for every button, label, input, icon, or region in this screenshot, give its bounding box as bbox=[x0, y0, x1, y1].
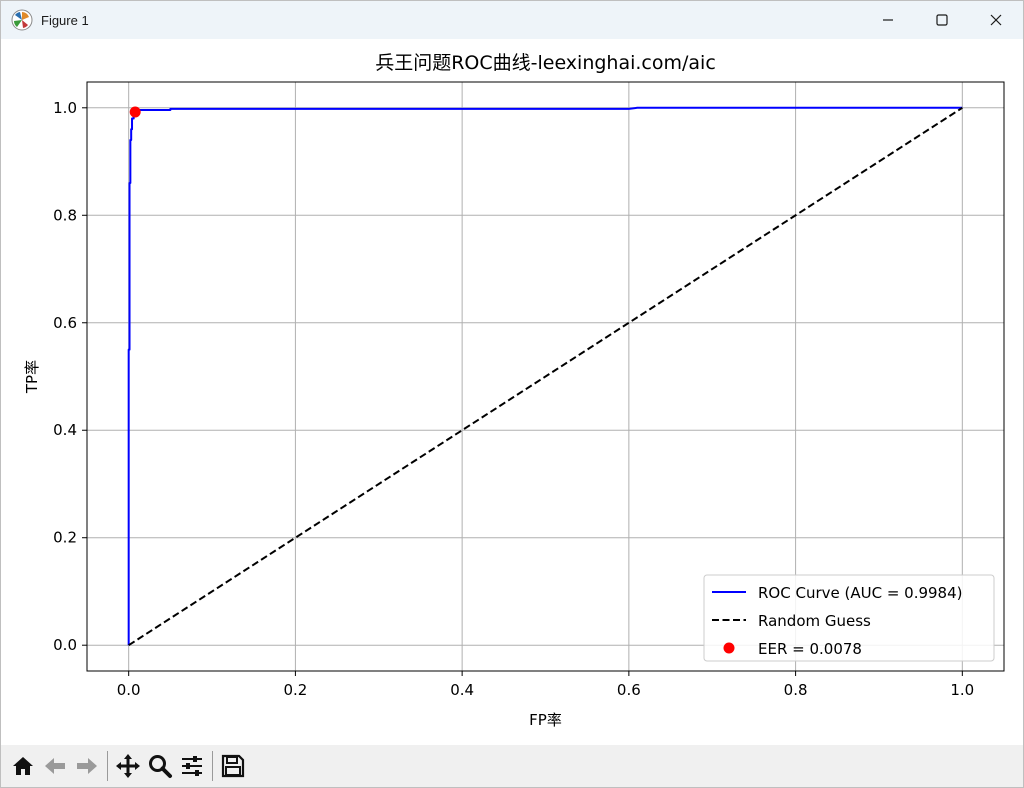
y-axis-label: TP率 bbox=[23, 360, 41, 394]
legend-label: ROC Curve (AUC = 0.9984) bbox=[758, 584, 963, 602]
x-tick-label: 0.0 bbox=[117, 681, 141, 699]
toolbar-separator bbox=[212, 751, 213, 781]
y-tick-label: 0.4 bbox=[53, 421, 77, 439]
x-tick-label: 0.6 bbox=[617, 681, 641, 699]
y-tick-label: 0.6 bbox=[53, 314, 77, 332]
x-tick-label: 0.4 bbox=[450, 681, 474, 699]
figure-canvas[interactable]: 0.0 0.2 0.4 0.6 0.8 1.0 0.0 0.2 0.4 0.6 0.8 1.0 兵王问… bbox=[1, 39, 1023, 745]
zoom-button[interactable] bbox=[144, 750, 176, 782]
legend-label: Random Guess bbox=[758, 612, 871, 630]
plot-series bbox=[127, 106, 963, 647]
configure-subplots-button[interactable] bbox=[176, 750, 208, 782]
y-tick-label: 0.0 bbox=[53, 636, 77, 654]
random-guess-line bbox=[128, 106, 963, 647]
close-button[interactable] bbox=[969, 1, 1023, 39]
arrow-left-icon bbox=[45, 758, 65, 774]
back-button[interactable] bbox=[39, 750, 71, 782]
x-tick-label: 0.2 bbox=[283, 681, 307, 699]
toolbar-separator bbox=[107, 751, 108, 781]
save-button[interactable] bbox=[217, 750, 249, 782]
x-axis-label: FP率 bbox=[529, 711, 562, 729]
magnifier-icon bbox=[149, 755, 172, 778]
y-tick-label: 1.0 bbox=[53, 99, 77, 117]
close-icon bbox=[990, 14, 1002, 26]
move-icon bbox=[116, 754, 140, 778]
matplotlib-icon bbox=[11, 9, 33, 31]
minimize-icon bbox=[883, 19, 893, 21]
arrow-right-icon bbox=[77, 758, 97, 774]
y-tick-label: 0.2 bbox=[53, 529, 77, 547]
x-tick-label: 0.8 bbox=[784, 681, 808, 699]
minimize-button[interactable] bbox=[861, 1, 915, 39]
roc-chart: 0.0 0.2 0.4 0.6 0.8 1.0 0.0 0.2 0.4 0.6 0.8 1.0 兵王问… bbox=[23, 52, 1005, 729]
sliders-icon bbox=[182, 756, 202, 776]
eer-point bbox=[129, 106, 141, 118]
legend-marker bbox=[723, 642, 735, 654]
legend-label: EER = 0.0078 bbox=[758, 640, 862, 658]
floppy-disk-icon bbox=[221, 754, 245, 778]
maximize-button[interactable] bbox=[915, 1, 969, 39]
forward-button[interactable] bbox=[71, 750, 103, 782]
legend: ROC Curve (AUC = 0.9984) Random Guess EER … bbox=[703, 574, 995, 662]
pan-button[interactable] bbox=[112, 750, 144, 782]
window-title: Figure 1 bbox=[41, 12, 89, 28]
y-tick-label: 0.8 bbox=[53, 206, 77, 224]
chart-title: 兵王问题ROC曲线-leexinghai.com/aic bbox=[375, 52, 716, 74]
maximize-icon bbox=[936, 14, 948, 26]
navigation-toolbar bbox=[1, 745, 1023, 787]
home-button[interactable] bbox=[7, 750, 39, 782]
figure-window: Figure 1 0.0 0.2 0.4 0.6 0.8 1.0 0.0 0.2 0.4 0.6 0… bbox=[0, 0, 1024, 788]
home-icon bbox=[13, 757, 33, 775]
x-tick-label: 1.0 bbox=[950, 681, 974, 699]
title-bar[interactable]: Figure 1 bbox=[1, 1, 1023, 39]
